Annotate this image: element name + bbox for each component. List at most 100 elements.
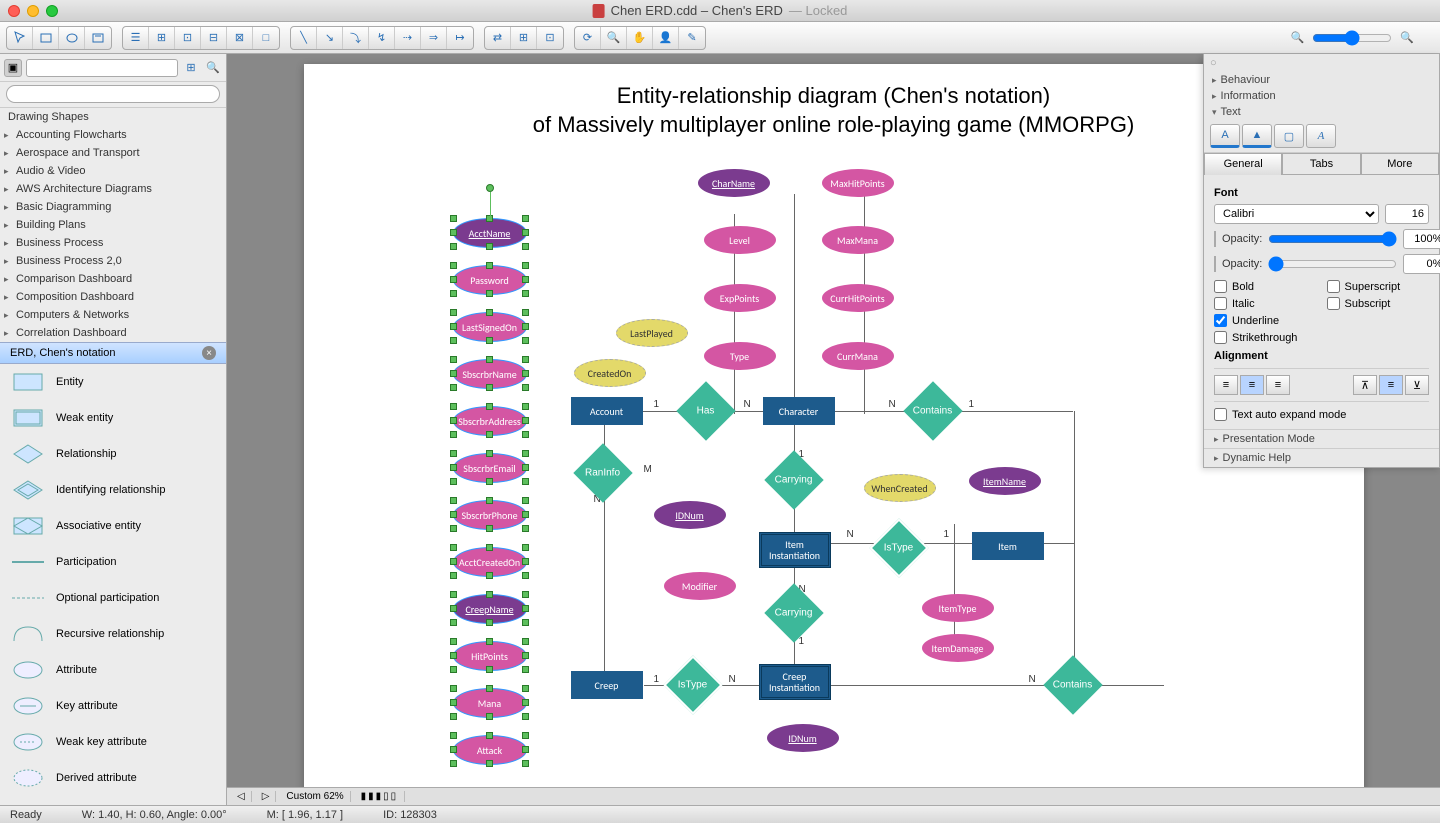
selection-handle[interactable] bbox=[450, 497, 457, 504]
attr-itemname[interactable]: ItemName bbox=[969, 467, 1041, 495]
dynamic-help[interactable]: Dynamic Help bbox=[1204, 448, 1439, 467]
selection-handle[interactable] bbox=[522, 685, 529, 692]
selection-handle[interactable] bbox=[486, 431, 493, 438]
chk-bold[interactable]: Bold bbox=[1214, 280, 1317, 293]
selection-handle[interactable] bbox=[450, 337, 457, 344]
selection-handle[interactable] bbox=[522, 215, 529, 222]
selection-handle[interactable] bbox=[450, 384, 457, 391]
selection-handle[interactable] bbox=[486, 215, 493, 222]
selection-handle[interactable] bbox=[522, 732, 529, 739]
selection-handle[interactable] bbox=[486, 732, 493, 739]
selection-handle[interactable] bbox=[486, 478, 493, 485]
selection-handle[interactable] bbox=[450, 431, 457, 438]
grid-view-icon[interactable]: ⊞ bbox=[182, 59, 200, 77]
shape-weak-entity[interactable]: Weak entity bbox=[0, 400, 226, 436]
selection-handle[interactable] bbox=[522, 497, 529, 504]
selection-handle[interactable] bbox=[450, 478, 457, 485]
shape-relationship[interactable]: Relationship bbox=[0, 436, 226, 472]
connector-2[interactable]: ↘ bbox=[317, 27, 343, 49]
selection-handle[interactable] bbox=[486, 685, 493, 692]
shape-weak-key-attribute[interactable]: Weak key attribute bbox=[0, 724, 226, 760]
lib-bp[interactable]: Business Process bbox=[0, 234, 226, 252]
selection-handle[interactable] bbox=[522, 370, 529, 377]
selection-handle[interactable] bbox=[486, 356, 493, 363]
rel-contains1[interactable]: Contains bbox=[912, 390, 954, 432]
close-library-icon[interactable]: × bbox=[202, 346, 216, 360]
entity-creep-inst[interactable]: Creep Instantiation bbox=[759, 664, 831, 700]
connector-1[interactable]: ╲ bbox=[291, 27, 317, 49]
selection-handle[interactable] bbox=[450, 638, 457, 645]
selection-handle[interactable] bbox=[450, 464, 457, 471]
selection-handle[interactable] bbox=[450, 666, 457, 673]
opacity-slider-2[interactable] bbox=[1268, 256, 1397, 272]
selection-handle[interactable] bbox=[450, 370, 457, 377]
pointer-tool[interactable] bbox=[7, 27, 33, 49]
refresh-tool[interactable]: ⟳ bbox=[575, 27, 601, 49]
selection-handle[interactable] bbox=[522, 243, 529, 250]
tab-more[interactable]: More bbox=[1361, 153, 1439, 175]
selection-handle[interactable] bbox=[450, 619, 457, 626]
chk-strikethrough[interactable]: Strikethrough bbox=[1214, 331, 1317, 344]
selection-handle[interactable] bbox=[486, 290, 493, 297]
shape-recursive[interactable]: Recursive relationship bbox=[0, 616, 226, 652]
text-color-icon[interactable]: A bbox=[1210, 124, 1240, 148]
tree-tool-2[interactable]: ⊞ bbox=[149, 27, 175, 49]
shape-key-attribute[interactable]: Key attribute bbox=[0, 688, 226, 724]
selection-handle[interactable] bbox=[522, 713, 529, 720]
selection-handle[interactable] bbox=[522, 699, 529, 706]
lib-correlation[interactable]: Correlation Dashboard bbox=[0, 324, 226, 342]
selection-handle[interactable] bbox=[522, 558, 529, 565]
selection-handle[interactable] bbox=[522, 544, 529, 551]
selection-handle[interactable] bbox=[522, 464, 529, 471]
snap-tool[interactable]: ⊡ bbox=[537, 27, 563, 49]
selection-handle[interactable] bbox=[486, 337, 493, 344]
selection-handle[interactable] bbox=[450, 605, 457, 612]
selection-handle[interactable] bbox=[522, 229, 529, 236]
selection-handle[interactable] bbox=[486, 713, 493, 720]
selection-handle[interactable] bbox=[486, 262, 493, 269]
selection-handle[interactable] bbox=[522, 276, 529, 283]
valign-bottom[interactable]: ⊻ bbox=[1405, 375, 1429, 395]
shape-entity[interactable]: Entity bbox=[0, 364, 226, 400]
selection-handle[interactable] bbox=[450, 558, 457, 565]
selection-handle[interactable] bbox=[522, 356, 529, 363]
selection-handle[interactable] bbox=[522, 760, 529, 767]
shape-search[interactable] bbox=[6, 85, 220, 103]
swap-tool[interactable]: ⇄ bbox=[485, 27, 511, 49]
selection-handle[interactable] bbox=[486, 525, 493, 532]
selection-handle[interactable] bbox=[486, 384, 493, 391]
selection-handle[interactable] bbox=[522, 478, 529, 485]
selection-handle[interactable] bbox=[486, 450, 493, 457]
entity-account[interactable]: Account bbox=[571, 397, 643, 425]
selection-handle[interactable] bbox=[486, 619, 493, 626]
attr-level[interactable]: Level bbox=[704, 226, 776, 254]
connector-5[interactable]: ⇢ bbox=[395, 27, 421, 49]
attr-currmana[interactable]: CurrMana bbox=[822, 342, 894, 370]
person-tool[interactable]: 👤 bbox=[653, 27, 679, 49]
text-box-icon[interactable]: ▢ bbox=[1274, 124, 1304, 148]
connector-4[interactable]: ↯ bbox=[369, 27, 395, 49]
attr-whencreated[interactable]: WhenCreated bbox=[864, 474, 936, 502]
selection-handle[interactable] bbox=[486, 666, 493, 673]
tab-tabs[interactable]: Tabs bbox=[1282, 153, 1360, 175]
attr-modifier[interactable]: Modifier bbox=[664, 572, 736, 600]
entity-item-inst[interactable]: Item Instantiation bbox=[759, 532, 831, 568]
selection-handle[interactable] bbox=[450, 713, 457, 720]
lib-audio[interactable]: Audio & Video bbox=[0, 162, 226, 180]
connector-3[interactable]: ⤵ bbox=[343, 27, 369, 49]
valign-top[interactable]: ⊼ bbox=[1353, 375, 1377, 395]
selection-handle[interactable] bbox=[522, 746, 529, 753]
fill-swatch[interactable] bbox=[1214, 231, 1216, 247]
selection-handle[interactable] bbox=[450, 309, 457, 316]
tree-tool-1[interactable]: ☰ bbox=[123, 27, 149, 49]
entity-creep[interactable]: Creep bbox=[571, 671, 643, 699]
chk-superscript[interactable]: Superscript bbox=[1327, 280, 1430, 293]
align-center[interactable]: ≡ bbox=[1240, 375, 1264, 395]
pan-tool[interactable]: ✋ bbox=[627, 27, 653, 49]
selection-handle[interactable] bbox=[522, 431, 529, 438]
selection-handle[interactable] bbox=[522, 337, 529, 344]
text-tool[interactable] bbox=[85, 27, 111, 49]
minimize-window[interactable] bbox=[27, 5, 39, 17]
selection-handle[interactable] bbox=[450, 685, 457, 692]
group-tool[interactable]: ⊞ bbox=[511, 27, 537, 49]
